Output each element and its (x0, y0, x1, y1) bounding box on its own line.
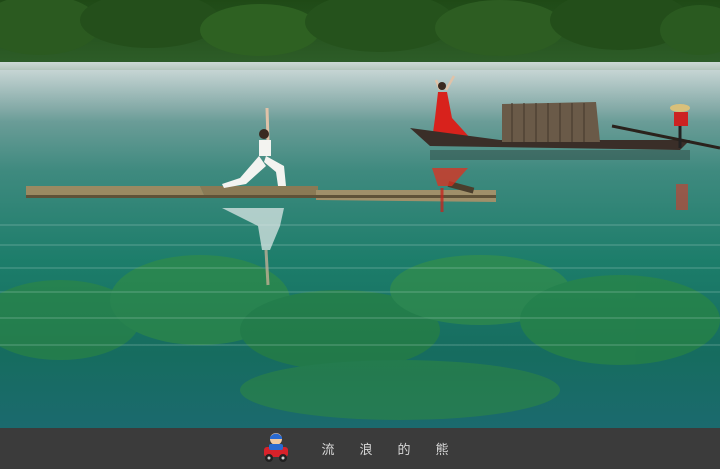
boatman-reflection (676, 184, 688, 210)
watermark-char: 的 (397, 442, 411, 458)
mist (0, 62, 720, 122)
watermark-footer: 流 浪 的 熊 (0, 428, 720, 468)
boat-reflection (430, 150, 690, 160)
watermark-text: 流 浪 的 熊 (309, 439, 461, 458)
watermark-char: 流 (321, 442, 335, 458)
treeline (0, 0, 720, 70)
watermark-char: 熊 (435, 442, 449, 458)
landscape-photo (0, 0, 720, 428)
photo-canvas (0, 0, 720, 428)
watermark-char: 浪 (359, 442, 373, 458)
cartoon-character-car-icon (259, 431, 293, 465)
